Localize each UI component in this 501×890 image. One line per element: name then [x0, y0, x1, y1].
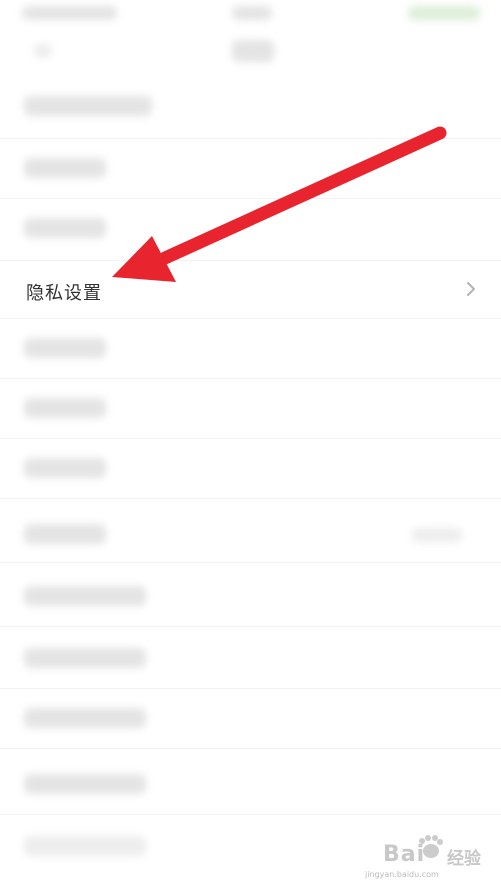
privacy-settings-label: 隐私设置	[26, 283, 102, 303]
header-icon	[34, 44, 52, 58]
divider	[0, 138, 501, 139]
annotation-arrow-icon	[112, 126, 447, 282]
status-bar-right	[408, 6, 480, 20]
blurred-menu-item[interactable]	[24, 774, 146, 794]
watermark-suffix: 经验	[447, 849, 481, 869]
watermark-url: jingyan.baidu.com	[365, 870, 439, 879]
divider	[0, 562, 501, 563]
blurred-menu-item[interactable]	[24, 586, 146, 606]
chevron-right-icon	[467, 282, 475, 296]
watermark-brand: Bai	[383, 842, 426, 867]
divider	[0, 748, 501, 749]
divider	[0, 198, 501, 199]
blurred-menu-item[interactable]	[24, 458, 106, 478]
divider	[0, 498, 501, 499]
blurred-menu-item[interactable]	[24, 158, 106, 178]
blurred-menu-item[interactable]	[24, 398, 106, 418]
divider	[0, 626, 501, 627]
divider	[0, 438, 501, 439]
status-bar-center	[232, 6, 272, 20]
header-title	[232, 40, 274, 62]
baidu-watermark: Bai 经验 jingyan.baidu.com	[365, 830, 495, 885]
status-bar-left	[22, 6, 117, 20]
blurred-menu-item[interactable]	[24, 524, 106, 544]
blurred-menu-item[interactable]	[24, 96, 152, 116]
blurred-value	[412, 528, 462, 542]
divider	[0, 814, 501, 815]
blurred-menu-item[interactable]	[24, 648, 146, 668]
blurred-menu-item[interactable]	[24, 338, 106, 358]
divider	[0, 688, 501, 689]
divider	[0, 260, 501, 261]
blurred-menu-item[interactable]	[24, 218, 106, 238]
blurred-menu-item[interactable]	[24, 708, 146, 728]
blurred-menu-item[interactable]	[24, 836, 146, 856]
privacy-settings-item[interactable]: 隐私设置	[0, 262, 501, 316]
divider	[0, 318, 501, 319]
divider	[0, 378, 501, 379]
